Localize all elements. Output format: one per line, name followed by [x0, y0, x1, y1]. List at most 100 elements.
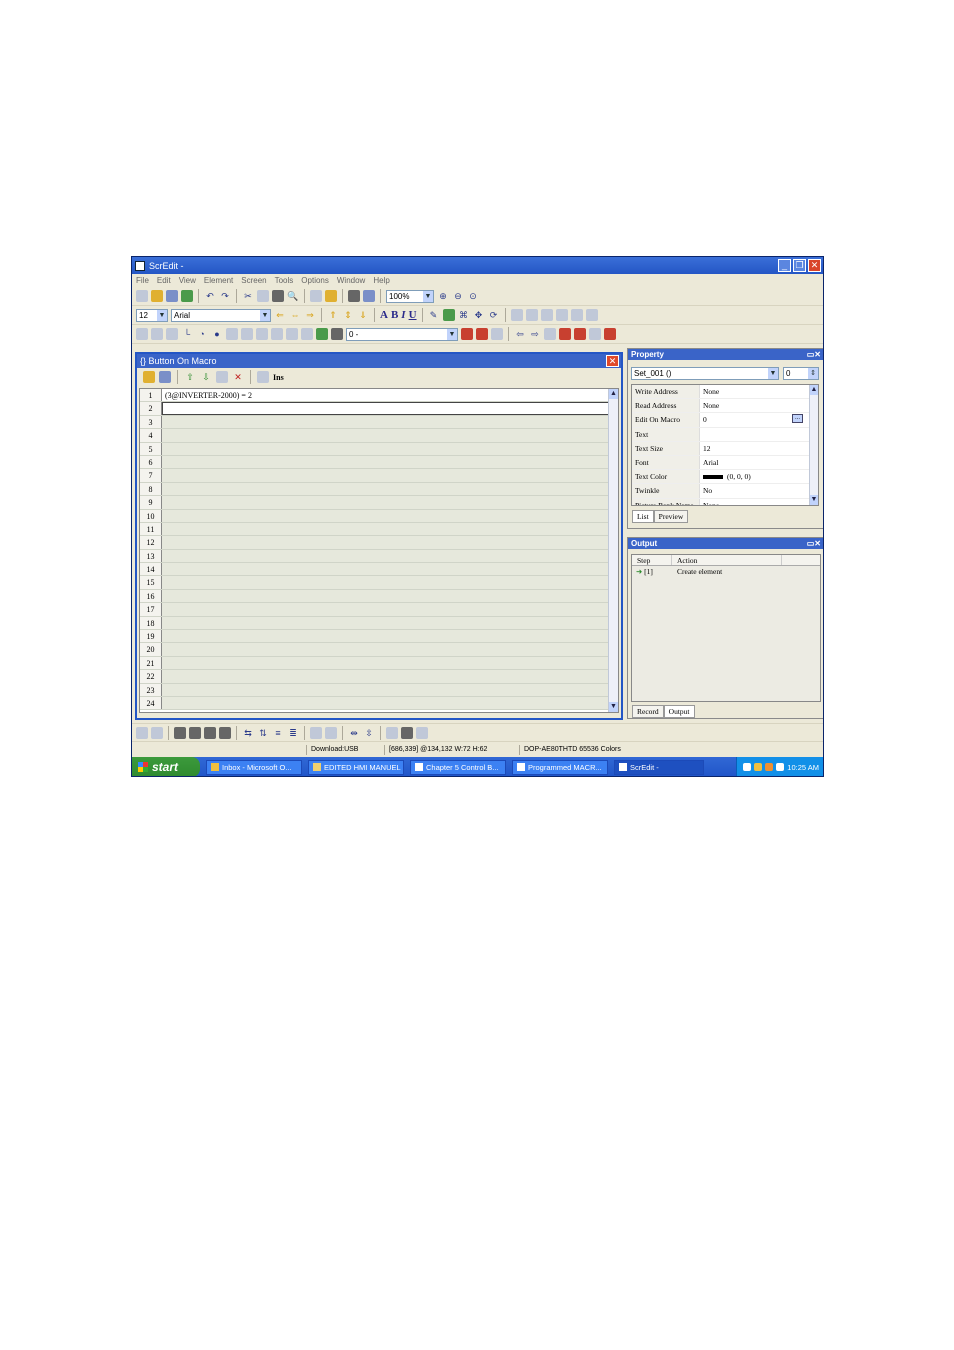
property-row[interactable]: Read Address None: [632, 399, 818, 414]
line-code[interactable]: [162, 616, 618, 630]
property-row[interactable]: Twinkle No: [632, 484, 818, 499]
object-select[interactable]: Set_001 () ▼: [631, 367, 779, 380]
macro-line[interactable]: 2: [140, 402, 618, 416]
menu-help[interactable]: Help: [373, 276, 389, 285]
menu-screen[interactable]: Screen: [241, 276, 266, 285]
line-code[interactable]: [162, 630, 618, 643]
pie-element-icon[interactable]: ◔: [196, 328, 208, 340]
macro-line[interactable]: 7: [140, 469, 618, 483]
screen-icon[interactable]: [310, 290, 322, 302]
line-code[interactable]: [162, 603, 618, 616]
center-v-icon[interactable]: [401, 726, 413, 739]
line-code[interactable]: [162, 469, 618, 482]
property-value[interactable]: None: [700, 385, 818, 398]
data-element-icon[interactable]: [226, 328, 238, 340]
macro-code-editor[interactable]: 1 (3@INVERTER-2000) = 2 2 3 4 5 6 7 8 9 10 11 12 13 14…: [139, 388, 619, 713]
layout-2-icon[interactable]: [525, 309, 538, 321]
line-code[interactable]: [162, 576, 618, 589]
property-row[interactable]: Edit On Macro 0: [632, 413, 818, 428]
compile-icon[interactable]: [363, 290, 375, 302]
graphic-element-icon[interactable]: [316, 328, 328, 340]
task-scredit[interactable]: ScrEdit -: [614, 759, 704, 775]
display-element-icon[interactable]: [241, 328, 253, 340]
download-icon[interactable]: [544, 328, 556, 340]
align-bottom-icon[interactable]: ⇓: [357, 309, 369, 321]
button-element-icon[interactable]: [136, 328, 148, 340]
fill-icon[interactable]: [442, 309, 455, 321]
save-icon[interactable]: [159, 371, 171, 383]
scroll-down-icon[interactable]: ▼: [609, 702, 618, 712]
line-code[interactable]: [162, 509, 618, 522]
line-code[interactable]: [162, 536, 618, 549]
line-code[interactable]: (3@INVERTER-2000) = 2: [162, 389, 618, 402]
zoom-fit-icon[interactable]: ⊙: [467, 290, 479, 302]
send-backward-icon[interactable]: [219, 726, 231, 739]
macro-line[interactable]: 13: [140, 549, 618, 564]
property-row[interactable]: Write Address None: [632, 385, 818, 400]
open-folder-icon[interactable]: [143, 371, 155, 383]
layout-3-icon[interactable]: [540, 309, 553, 321]
panel-controls-icon[interactable]: ▭✕: [807, 350, 823, 359]
select-area-icon[interactable]: [151, 726, 163, 739]
upload-icon[interactable]: [559, 328, 571, 340]
grid-2-icon[interactable]: [325, 726, 337, 739]
command-list-icon[interactable]: [257, 371, 269, 383]
center-h-icon[interactable]: [386, 726, 398, 739]
macro-line[interactable]: 15: [140, 576, 618, 590]
title-bar[interactable]: ScrEdit - _ ❐ ✕: [132, 257, 823, 274]
open-folder-icon[interactable]: [151, 290, 163, 302]
macro-line[interactable]: 20: [140, 643, 618, 657]
line-code[interactable]: [162, 402, 618, 415]
macro-line[interactable]: 18: [140, 616, 618, 631]
macro-line[interactable]: 9: [140, 496, 618, 510]
tab-preview[interactable]: Preview: [653, 510, 689, 523]
scroll-down-icon[interactable]: ▼: [810, 495, 818, 505]
task-programmed-macro[interactable]: Programmed MACR...: [512, 759, 608, 775]
redo-icon[interactable]: ↷: [219, 290, 231, 302]
line-code[interactable]: [162, 643, 618, 656]
find-icon[interactable]: 🔍: [287, 290, 299, 302]
task-chapter5[interactable]: Chapter 5 Control B...: [410, 759, 506, 775]
property-value[interactable]: (0, 0, 0): [700, 470, 818, 483]
back-icon[interactable]: ⇦: [514, 328, 526, 340]
copy-icon[interactable]: [257, 290, 269, 302]
macro-line[interactable]: 14: [140, 563, 618, 577]
font-name-select[interactable]: Arial ▼: [171, 308, 271, 322]
mail-icon[interactable]: [754, 763, 763, 771]
pipe-element-icon[interactable]: └: [181, 328, 193, 340]
task-edited-hmi[interactable]: EDITED HMI MANUEL: [308, 759, 404, 775]
panel-controls-icon[interactable]: ▭✕: [807, 539, 823, 548]
underline-icon[interactable]: U: [409, 309, 417, 321]
input-element-icon[interactable]: [256, 328, 268, 340]
line-code[interactable]: [162, 522, 618, 536]
zoom-out-icon[interactable]: ⊖: [452, 290, 464, 302]
save-icon[interactable]: [166, 290, 178, 302]
move-up-icon[interactable]: ⇧: [184, 371, 196, 383]
distribute-v-icon[interactable]: ⇅: [257, 727, 269, 739]
text-color-icon[interactable]: A: [380, 309, 388, 321]
align-middle-icon[interactable]: ⇕: [342, 309, 354, 321]
bar-element-icon[interactable]: [166, 328, 178, 340]
macro-line[interactable]: 21: [140, 656, 618, 671]
grid-1-icon[interactable]: [310, 726, 322, 739]
close-button[interactable]: ✕: [808, 259, 821, 272]
tab-list[interactable]: List: [632, 510, 654, 523]
macro-line[interactable]: 6: [140, 455, 618, 470]
scroll-up-icon[interactable]: ▲: [810, 385, 818, 395]
send-back-icon[interactable]: [189, 726, 201, 739]
align-center-icon[interactable]: ⇔: [289, 309, 301, 321]
layer-select[interactable]: 0 - ▼: [346, 327, 458, 341]
macro-line[interactable]: 23: [140, 683, 618, 697]
macro-line[interactable]: 4: [140, 429, 618, 443]
new-file-icon[interactable]: [136, 290, 148, 302]
alarm-element-icon[interactable]: [301, 328, 313, 340]
macro-line[interactable]: 10: [140, 509, 618, 523]
line-code[interactable]: [162, 482, 618, 496]
output-row[interactable]: ➜ [1] Create element: [632, 566, 820, 578]
menu-element[interactable]: Element: [204, 276, 233, 285]
menu-view[interactable]: View: [179, 276, 196, 285]
zoom-select[interactable]: 100% ▼: [386, 289, 434, 303]
align-left-icon[interactable]: ⇐: [274, 309, 286, 321]
screen-open-icon[interactable]: [325, 290, 337, 302]
property-row[interactable]: Text Color (0, 0, 0): [632, 470, 818, 485]
